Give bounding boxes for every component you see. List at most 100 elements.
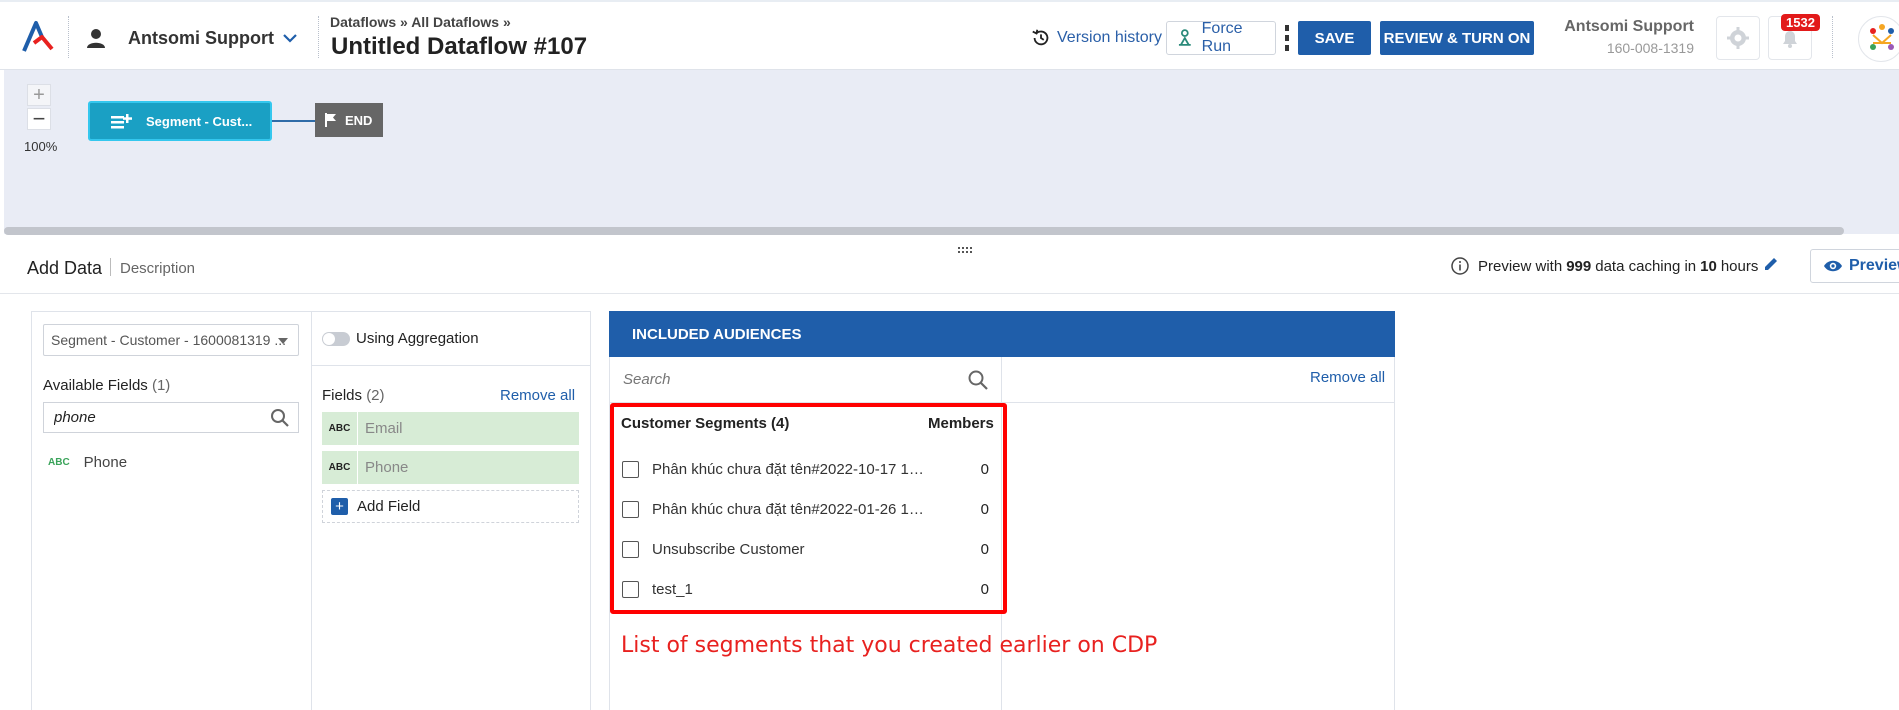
search-icon[interactable] — [270, 408, 290, 428]
audiences-search-input[interactable] — [615, 366, 995, 392]
edit-pencil-icon[interactable] — [1762, 255, 1780, 273]
tab-underline — [0, 293, 1899, 294]
app-root: Antsomi Support Dataflows » All Dataflow… — [0, 0, 1899, 710]
breadcrumb-dataflows[interactable]: Dataflows — [330, 14, 396, 30]
selected-field-label: Email — [358, 412, 579, 445]
version-history-label: Version history — [1057, 29, 1162, 46]
segment-members: 0 — [980, 580, 989, 598]
preview-button-label: Preview — [1849, 257, 1899, 274]
segment-row[interactable]: Phân khúc chưa đặt tên#2022-10-17 18:...… — [622, 457, 992, 481]
run-person-icon — [1178, 29, 1191, 46]
segment-checkbox[interactable] — [622, 580, 639, 598]
end-node[interactable]: END — [315, 103, 383, 137]
panel-divider — [311, 312, 312, 710]
text-type-icon: ABC — [322, 451, 358, 484]
aggregation-divider — [311, 365, 591, 366]
preview-suffix: hours — [1720, 257, 1759, 275]
tab-add-data[interactable]: Add Data — [27, 258, 102, 279]
preview-hours: 10 — [1700, 257, 1717, 275]
info-icon — [1451, 257, 1469, 275]
segment-row[interactable]: Unsubscribe Customer 0 — [622, 537, 992, 561]
avatar[interactable] — [1858, 16, 1899, 62]
preview-count: 999 — [1566, 257, 1592, 275]
canvas-scrollbar[interactable] — [4, 227, 1844, 235]
user-info: Antsomi Support 160-008-1319 — [1560, 18, 1694, 56]
account-name: Antsomi Support — [128, 27, 274, 48]
segment-name: Unsubscribe Customer — [652, 540, 805, 558]
available-field-label: Phone — [83, 453, 128, 471]
force-run-label: Force Run — [1201, 20, 1243, 55]
annotation-note: List of segments that you created earlie… — [621, 633, 1158, 658]
version-history-button[interactable]: Version history — [1030, 26, 1162, 50]
segment-checkbox[interactable] — [622, 500, 639, 518]
segment-members: 0 — [980, 500, 989, 518]
flow-canvas[interactable] — [4, 70, 1899, 234]
user-id: 160-008-1319 — [1606, 40, 1694, 56]
resize-handle-icon[interactable] — [957, 246, 973, 254]
zoom-in-button[interactable]: + — [27, 84, 51, 106]
chevron-down-icon[interactable] — [280, 28, 300, 48]
segment-name: Phân khúc chưa đặt tên#2022-01-26 16:... — [652, 500, 932, 518]
breadcrumb-all-dataflows[interactable]: All Dataflows — [411, 14, 499, 30]
segment-name: test_1 — [652, 580, 693, 598]
source-select[interactable]: Segment - Customer - 1600081319 ... — [43, 324, 299, 356]
selected-field-item[interactable]: ABC Phone — [322, 451, 579, 484]
selected-fields-title: Fields (2) — [322, 387, 385, 404]
user-icon — [87, 29, 105, 48]
available-fields-label: Available Fields — [43, 377, 148, 394]
eye-icon — [1824, 260, 1842, 272]
available-fields-title: Available Fields (1) — [43, 377, 170, 394]
remove-all-audiences-link[interactable]: Remove all — [1310, 369, 1385, 386]
force-run-button[interactable]: Force Run — [1166, 20, 1276, 55]
segment-row[interactable]: test_1 0 — [622, 577, 992, 601]
available-field-item[interactable]: ABC Phone — [48, 452, 127, 472]
more-options-icon[interactable] — [1285, 23, 1289, 53]
available-fields-search-input[interactable] — [43, 402, 299, 433]
aggregation-label: Using Aggregation — [356, 330, 479, 347]
save-button[interactable]: SAVE — [1298, 21, 1371, 55]
antsomi-logo-icon[interactable] — [20, 19, 56, 55]
search-icon[interactable] — [967, 369, 989, 391]
segment-name: Phân khúc chưa đặt tên#2022-10-17 18:... — [652, 460, 932, 478]
breadcrumb-sep: » — [502, 14, 511, 30]
text-type-icon: ABC — [322, 412, 358, 445]
preview-prefix: Preview with — [1478, 257, 1563, 275]
segment-node-label: Segment - Cust... — [146, 113, 253, 129]
add-field-button[interactable]: + Add Field — [322, 490, 579, 523]
review-turn-on-button[interactable]: REVIEW & TURN ON — [1380, 21, 1534, 55]
settings-button[interactable] — [1716, 16, 1760, 60]
segment-checkbox[interactable] — [622, 460, 639, 478]
audiences-header: INCLUDED AUDIENCES — [609, 311, 1395, 357]
plus-icon: + — [331, 498, 348, 515]
selected-fields-count: (2) — [366, 387, 385, 404]
account-switcher[interactable]: Antsomi Support — [84, 24, 274, 52]
selected-fields-label: Fields — [322, 387, 363, 404]
segment-checkbox[interactable] — [622, 540, 639, 558]
segment-members: 0 — [980, 540, 989, 558]
preview-caching-info: Preview with 999 data caching in 10 hour… — [1450, 256, 1758, 276]
header-divider — [68, 16, 69, 58]
aggregation-toggle[interactable] — [322, 332, 350, 346]
node-connector — [272, 120, 316, 122]
preview-button[interactable]: Preview — [1810, 249, 1899, 283]
end-node-label: END — [345, 112, 373, 128]
segment-source-node[interactable]: Segment - Cust... — [88, 101, 272, 141]
text-type-icon: ABC — [48, 456, 70, 468]
preview-middle: data caching in — [1595, 257, 1697, 275]
segment-members: 0 — [980, 460, 989, 478]
customer-segments-title: Customer Segments (4) — [621, 415, 790, 432]
segment-row[interactable]: Phân khúc chưa đặt tên#2022-01-26 16:...… — [622, 497, 992, 521]
header-divider — [318, 16, 319, 58]
selected-field-item[interactable]: ABC Email — [322, 412, 579, 445]
members-column-title: Members — [928, 415, 994, 432]
remove-all-fields-link[interactable]: Remove all — [500, 387, 575, 404]
breadcrumb: Dataflows » All Dataflows » — [330, 14, 511, 30]
tab-description[interactable]: Description — [120, 260, 195, 277]
caret-down-icon — [278, 338, 288, 344]
zoom-out-button[interactable]: − — [27, 106, 51, 131]
page-title[interactable]: Untitled Dataflow #107 — [331, 33, 587, 61]
header-divider — [1832, 16, 1833, 58]
breadcrumb-sep: » — [400, 14, 408, 30]
top-header: Antsomi Support Dataflows » All Dataflow… — [0, 0, 1899, 70]
notification-badge: 1532 — [1781, 14, 1820, 31]
